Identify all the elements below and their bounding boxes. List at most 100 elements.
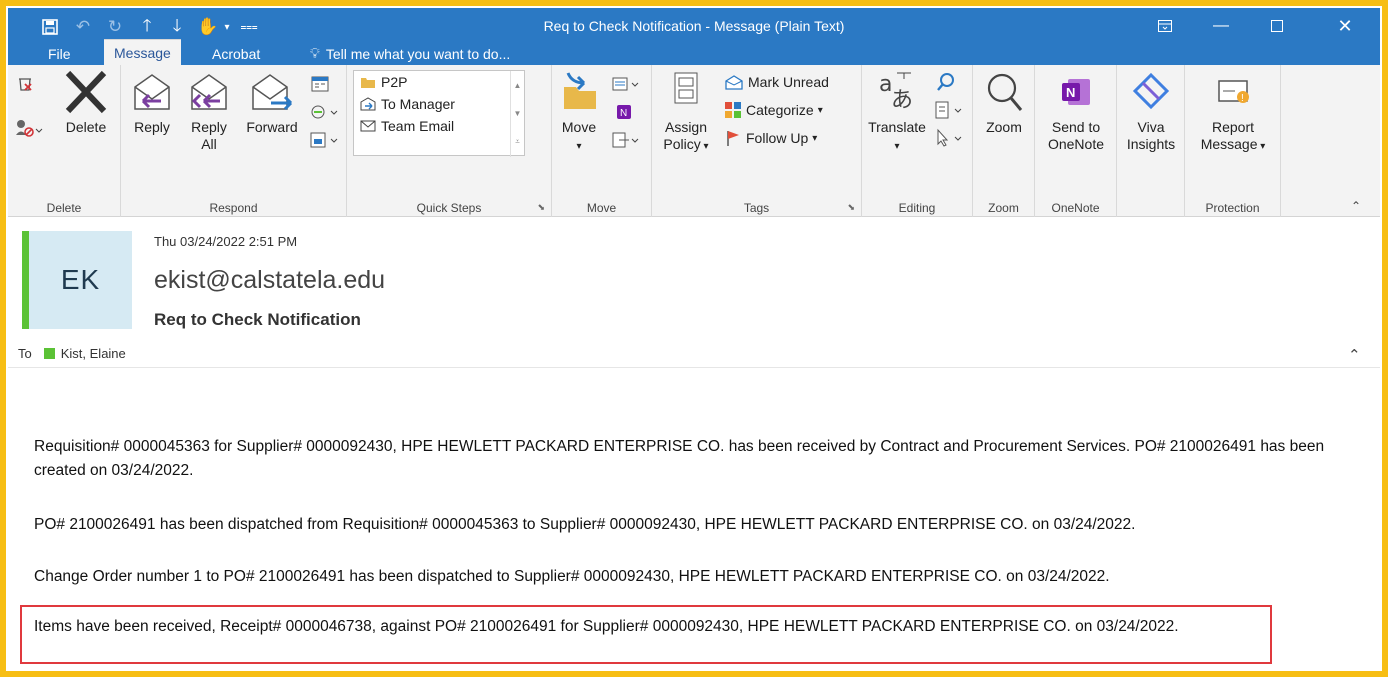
mark-unread-button[interactable]: Mark Unread bbox=[724, 71, 829, 93]
svg-text:N: N bbox=[620, 108, 627, 119]
zoom-group: Zoom Zoom bbox=[973, 65, 1035, 217]
quick-step-to-manager[interactable]: To Manager bbox=[354, 93, 524, 115]
ribbon: Delete Delete Reply Reply All Forward Re… bbox=[8, 65, 1380, 241]
tab-file[interactable]: File bbox=[38, 42, 81, 65]
tab-message[interactable]: Message bbox=[104, 39, 181, 65]
customize-icon[interactable]: ⩶ bbox=[240, 16, 257, 38]
down-arrow-icon[interactable]: 🡓 bbox=[166, 16, 188, 38]
onenote-small-icon[interactable]: N bbox=[608, 101, 640, 123]
recipient-name[interactable]: Kist, Elaine bbox=[61, 346, 126, 361]
follow-up-label: Follow Up bbox=[746, 130, 809, 146]
protection-group: ! Report Message ▾ Protection bbox=[1185, 65, 1281, 217]
reply-all-label-2: All bbox=[201, 136, 217, 152]
im-icon[interactable] bbox=[309, 101, 339, 123]
select-icon[interactable] bbox=[932, 127, 964, 149]
delete-button[interactable]: Delete bbox=[56, 69, 116, 136]
forward-mail-icon bbox=[360, 97, 376, 111]
assign-policy-button[interactable]: Assign Policy ▾ bbox=[654, 69, 718, 155]
viva-label-2: Insights bbox=[1126, 136, 1176, 152]
zoom-group-label: Zoom bbox=[988, 201, 1019, 215]
report-message-button[interactable]: ! Report Message ▾ bbox=[1189, 69, 1277, 155]
forward-button[interactable]: Forward bbox=[239, 69, 305, 136]
quick-step-team-email[interactable]: Team Email bbox=[354, 115, 524, 137]
ribbon-display-options-icon[interactable] bbox=[1142, 12, 1188, 40]
translate-button[interactable]: aあ Translate ▾ bbox=[864, 69, 930, 155]
reply-button[interactable]: Reply bbox=[127, 69, 177, 136]
find-icon[interactable] bbox=[932, 71, 960, 93]
assign-policy-label-2: Policy bbox=[663, 136, 701, 152]
meeting-icon[interactable] bbox=[309, 73, 331, 95]
categorize-label: Categorize bbox=[746, 102, 814, 118]
maximize-icon[interactable] bbox=[1254, 12, 1300, 40]
editing-group-label: Editing bbox=[898, 201, 936, 215]
move-button[interactable]: Move ▾ bbox=[556, 69, 602, 155]
categorize-button[interactable]: Categorize ▾ bbox=[724, 99, 823, 121]
outlook-message-window: ↶ ↻ 🡑 🡓 ✋ ▾ ⩶ Req to Check Notification … bbox=[8, 8, 1380, 671]
reply-icon bbox=[134, 74, 170, 110]
ignore-icon[interactable] bbox=[14, 73, 36, 95]
body-paragraph: PO# 2100026491 has been dispatched from … bbox=[34, 516, 1136, 533]
title-bar: ↶ ↻ 🡑 🡓 ✋ ▾ ⩶ Req to Check Notification … bbox=[8, 8, 1380, 65]
translate-dropdown-icon: ▾ bbox=[894, 141, 900, 152]
tags-dialog-launcher-icon[interactable]: ⬊ bbox=[847, 202, 855, 213]
tab-acrobat[interactable]: Acrobat bbox=[202, 42, 270, 65]
undo-icon[interactable]: ↶ bbox=[72, 16, 94, 38]
follow-up-button[interactable]: Follow Up ▾ bbox=[724, 127, 817, 149]
respond-group: Reply Reply All Forward Respond bbox=[121, 65, 347, 217]
viva-insights-button[interactable]: Viva Insights bbox=[1119, 69, 1183, 153]
collapse-header-icon[interactable]: ⌃ bbox=[1348, 346, 1361, 364]
quick-step-label: Team Email bbox=[381, 118, 455, 134]
junk-icon[interactable] bbox=[14, 117, 44, 139]
assign-policy-icon bbox=[674, 72, 698, 104]
move-group-label: Move bbox=[586, 201, 617, 215]
replace-icon[interactable] bbox=[932, 99, 964, 121]
close-icon[interactable]: ✕ bbox=[1322, 12, 1368, 40]
assign-policy-label-1: Assign bbox=[664, 119, 708, 135]
reply-all-button[interactable]: Reply All bbox=[179, 69, 239, 153]
svg-text:あ: あ bbox=[891, 88, 913, 113]
flag-icon bbox=[727, 131, 739, 146]
gallery-more-icon[interactable]: ⩡ bbox=[515, 137, 520, 147]
editing-group: aあ Translate ▾ Editing bbox=[862, 65, 973, 217]
up-arrow-icon[interactable]: 🡑 bbox=[136, 16, 158, 38]
tell-me-search[interactable]: 💡︎ Tell me what you want to do... bbox=[300, 42, 520, 65]
save-icon[interactable] bbox=[38, 16, 62, 38]
delete-group-label: Delete bbox=[46, 201, 82, 215]
svg-text:N: N bbox=[1066, 85, 1075, 100]
quick-steps-dialog-launcher-icon[interactable]: ⬊ bbox=[537, 202, 545, 213]
lightbulb-icon: 💡︎ bbox=[310, 45, 320, 61]
avatar[interactable]: EK bbox=[29, 231, 132, 329]
more-respond-icon[interactable] bbox=[309, 129, 339, 151]
dropdown-icon[interactable]: ▾ bbox=[220, 16, 234, 38]
collapse-ribbon-icon[interactable]: ⌃ bbox=[1348, 199, 1364, 213]
actions-icon[interactable] bbox=[608, 129, 640, 151]
reply-all-icon bbox=[191, 74, 227, 110]
tell-me-text: Tell me what you want to do... bbox=[325, 45, 511, 62]
message-header: EK Thu 03/24/2022 2:51 PM ekist@calstate… bbox=[8, 218, 1380, 368]
delete-group: Delete Delete bbox=[8, 65, 121, 217]
redo-icon[interactable]: ↻ bbox=[104, 16, 126, 38]
scroll-up-icon[interactable]: ▲ bbox=[514, 81, 522, 90]
reply-label: Reply bbox=[134, 119, 170, 135]
tags-group: Assign Policy ▾ Mark Unread Categorize ▾ … bbox=[652, 65, 862, 217]
mark-unread-label: Mark Unread bbox=[748, 74, 829, 90]
send-to-onenote-button[interactable]: N Send to OneNote bbox=[1039, 69, 1113, 153]
quick-steps-scroll[interactable]: ▲ ▼ ⩡ bbox=[510, 71, 524, 157]
zoom-button[interactable]: Zoom bbox=[977, 69, 1031, 136]
quick-step-p2p[interactable]: P2P bbox=[354, 71, 524, 93]
report-message-label-2: Message bbox=[1200, 136, 1258, 152]
body-paragraph: Change Order number 1 to PO# 2100026491 … bbox=[34, 568, 1110, 585]
scroll-down-icon[interactable]: ▼ bbox=[514, 109, 522, 118]
reply-all-label-1: Reply bbox=[191, 119, 227, 135]
rules-icon[interactable] bbox=[608, 73, 640, 95]
onenote-group: N Send to OneNote OneNote bbox=[1035, 65, 1117, 217]
new-mail-icon bbox=[360, 120, 376, 132]
body-paragraph: Requisition# 0000045363 for Supplier# 00… bbox=[34, 438, 1325, 479]
categorize-icon bbox=[725, 102, 741, 118]
touch-mode-icon[interactable]: ✋ bbox=[196, 16, 220, 38]
minimize-icon[interactable]: — bbox=[1198, 12, 1244, 40]
respond-group-label: Respond bbox=[209, 201, 258, 215]
zoom-icon bbox=[987, 73, 1023, 111]
sender-address[interactable]: ekist@calstatela.edu bbox=[154, 266, 385, 295]
quick-steps-group-label: Quick Steps bbox=[416, 201, 482, 215]
